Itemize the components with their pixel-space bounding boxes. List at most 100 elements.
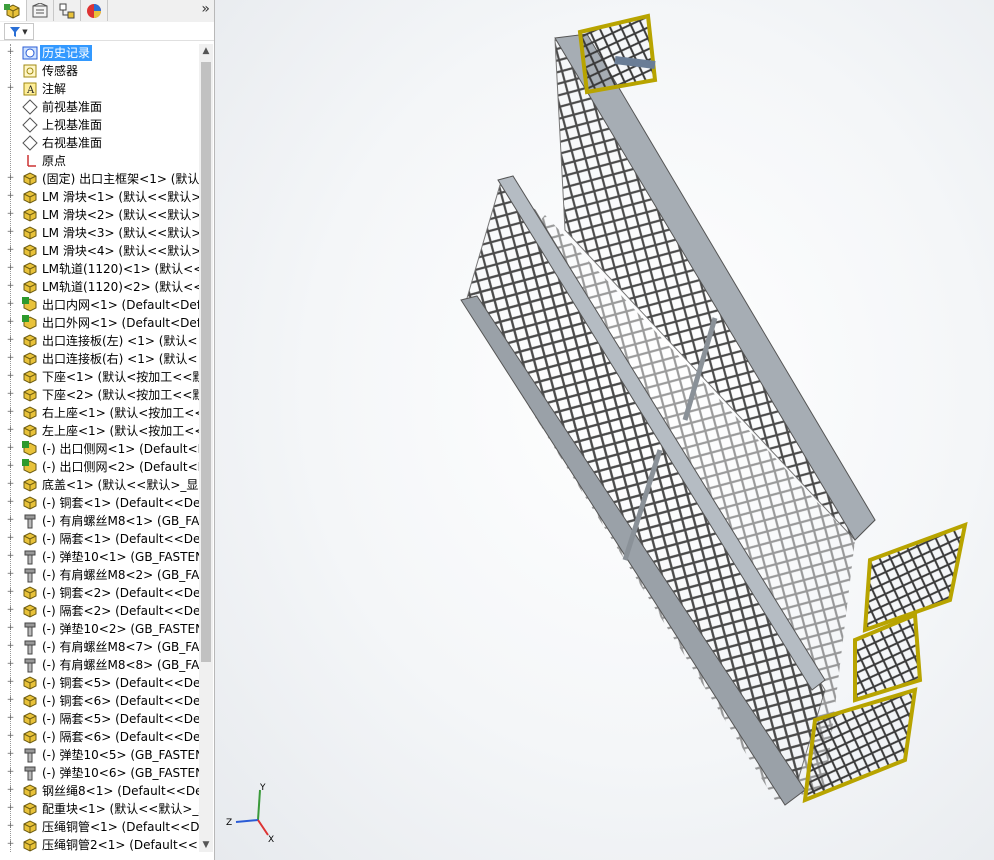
tree-item[interactable]: 传感器 xyxy=(0,62,199,80)
expand-icon[interactable]: + xyxy=(6,300,15,309)
expand-icon[interactable]: + xyxy=(6,786,15,795)
tree-item[interactable]: + 右上座<1> (默认<按加工<< xyxy=(0,404,199,422)
expand-icon[interactable]: + xyxy=(6,246,15,255)
tree-item[interactable]: + LM轨道(1120)<2> (默认<<默 xyxy=(0,278,199,296)
tree-item[interactable]: + (固定) 出口主框架<1> (默认 xyxy=(0,170,199,188)
tree-item[interactable]: + LM轨道(1120)<1> (默认<<默 xyxy=(0,260,199,278)
expand-icon[interactable]: + xyxy=(6,264,15,273)
tree-item[interactable]: + 出口内网<1> (Default<Defa xyxy=(0,296,199,314)
tree-item[interactable]: + LM 滑块<3> (默认<<默认>_ xyxy=(0,224,199,242)
expand-icon[interactable]: + xyxy=(6,714,15,723)
tree-item[interactable]: + (-) 铜套<5> (Default<<Defa xyxy=(0,674,199,692)
graphics-area[interactable]: Y Z X xyxy=(215,0,994,860)
tree-item[interactable]: + (-) 弹垫10<6> (GB_FASTEN xyxy=(0,764,199,782)
expand-icon[interactable]: + xyxy=(6,336,15,345)
tree-item[interactable]: + (-) 弹垫10<5> (GB_FASTEN xyxy=(0,746,199,764)
expand-icon[interactable]: + xyxy=(6,282,15,291)
expand-icon[interactable]: + xyxy=(6,822,15,831)
scroll-up-icon[interactable]: ▲ xyxy=(199,44,213,58)
expand-icon[interactable]: + xyxy=(6,210,15,219)
tree-item[interactable]: + 出口连接板(左) <1> (默认< xyxy=(0,332,199,350)
tree-item[interactable]: + (-) 隔套<5> (Default<<Defa xyxy=(0,710,199,728)
expand-icon[interactable]: + xyxy=(6,462,15,471)
tree-item[interactable]: + (-) 铜套<6> (Default<<Defa xyxy=(0,692,199,710)
tree-item[interactable]: + LM 滑块<1> (默认<<默认>_ xyxy=(0,188,199,206)
display-manager-tab[interactable] xyxy=(81,0,108,21)
tree-item[interactable]: + (-) 铜套<2> (Default<<Defa xyxy=(0,584,199,602)
assembly-model[interactable] xyxy=(215,0,994,860)
expand-icon[interactable]: + xyxy=(6,624,15,633)
tree-item[interactable]: 上视基准面 xyxy=(0,116,199,134)
tree-item[interactable]: + 出口连接板(右) <1> (默认< xyxy=(0,350,199,368)
more-tabs-button[interactable]: » xyxy=(201,1,210,17)
filter-button[interactable]: ▼ xyxy=(4,23,34,40)
expand-icon[interactable]: + xyxy=(6,732,15,741)
scroll-thumb[interactable] xyxy=(201,62,211,662)
tree-item[interactable]: + LM 滑块<4> (默认<<默认>_ xyxy=(0,242,199,260)
tree-item[interactable]: + 历史记录 xyxy=(0,44,199,62)
tree-item[interactable]: + 左上座<1> (默认<按加工<< xyxy=(0,422,199,440)
expand-icon[interactable]: + xyxy=(6,606,15,615)
tree-scrollbar[interactable]: ▲ ▼ xyxy=(199,44,213,852)
configuration-manager-tab[interactable] xyxy=(54,0,81,21)
expand-icon[interactable]: + xyxy=(6,552,15,561)
tree-item[interactable]: + (-) 有肩螺丝M8<2> (GB_FAS xyxy=(0,566,199,584)
triad-x-label: X xyxy=(268,835,274,845)
tree-item[interactable]: + 出口外网<1> (Default<Defa xyxy=(0,314,199,332)
tree-item[interactable]: + (-) 出口侧网<1> (Default<D xyxy=(0,440,199,458)
tree-item[interactable]: + (-) 有肩螺丝M8<1> (GB_FAS xyxy=(0,512,199,530)
tree-item[interactable]: + (-) 铜套<1> (Default<<Defa xyxy=(0,494,199,512)
property-manager-tab[interactable] xyxy=(27,0,54,21)
expand-icon[interactable]: + xyxy=(6,840,15,849)
tree-item[interactable]: + 压绳铜管2<1> (Default<<D xyxy=(0,836,199,852)
expand-icon[interactable]: + xyxy=(6,516,15,525)
tree-item[interactable]: + (-) 有肩螺丝M8<8> (GB_FAS xyxy=(0,656,199,674)
expand-icon[interactable]: + xyxy=(6,354,15,363)
expand-icon[interactable]: + xyxy=(6,192,15,201)
expand-icon[interactable]: + xyxy=(6,48,15,57)
tree-item[interactable]: 前视基准面 xyxy=(0,98,199,116)
component-icon xyxy=(22,423,38,439)
tree-item[interactable]: + (-) 有肩螺丝M8<7> (GB_FAS xyxy=(0,638,199,656)
tree-item[interactable]: 原点 xyxy=(0,152,199,170)
tree-item[interactable]: + 下座<1> (默认<按加工<<默 xyxy=(0,368,199,386)
tree-item[interactable]: + (-) 隔套<1> (Default<<Defa xyxy=(0,530,199,548)
tree-item[interactable]: + 配重块<1> (默认<<默认>_显 xyxy=(0,800,199,818)
expand-icon[interactable]: + xyxy=(6,570,15,579)
feature-manager-tab[interactable] xyxy=(0,0,27,21)
expand-icon[interactable]: + xyxy=(6,642,15,651)
expand-icon[interactable]: + xyxy=(6,588,15,597)
expand-icon[interactable]: + xyxy=(6,660,15,669)
tree-item[interactable]: + (-) 隔套<2> (Default<<Defa xyxy=(0,602,199,620)
tree-item[interactable]: + 下座<2> (默认<按加工<<默 xyxy=(0,386,199,404)
tree-item[interactable]: + 压绳铜管<1> (Default<<De xyxy=(0,818,199,836)
expand-icon[interactable]: + xyxy=(6,678,15,687)
expand-icon[interactable]: + xyxy=(6,498,15,507)
expand-icon[interactable]: + xyxy=(6,174,15,183)
tree-item[interactable]: + (-) 弹垫10<1> (GB_FASTEN xyxy=(0,548,199,566)
tree-item[interactable]: + (-) 弹垫10<2> (GB_FASTEN xyxy=(0,620,199,638)
tree-item[interactable]: + (-) 隔套<6> (Default<<Defa xyxy=(0,728,199,746)
expand-icon[interactable]: + xyxy=(6,480,15,489)
expand-icon[interactable]: + xyxy=(6,768,15,777)
expand-icon[interactable]: + xyxy=(6,804,15,813)
expand-icon[interactable]: + xyxy=(6,426,15,435)
tree-item[interactable]: + (-) 出口侧网<2> (Default<D xyxy=(0,458,199,476)
expand-icon[interactable]: + xyxy=(6,534,15,543)
tree-item[interactable]: 右视基准面 xyxy=(0,134,199,152)
expand-icon[interactable]: + xyxy=(6,696,15,705)
expand-icon[interactable]: + xyxy=(6,372,15,381)
expand-icon[interactable]: + xyxy=(6,444,15,453)
expand-icon[interactable]: + xyxy=(6,750,15,759)
expand-icon[interactable]: + xyxy=(6,318,15,327)
tree-item[interactable]: + A 注解 xyxy=(0,80,199,98)
scroll-down-icon[interactable]: ▼ xyxy=(199,838,213,852)
tree-item[interactable]: + 钢丝绳8<1> (Default<<Def xyxy=(0,782,199,800)
component-icon xyxy=(22,261,38,277)
expand-icon[interactable]: + xyxy=(6,228,15,237)
expand-icon[interactable]: + xyxy=(6,390,15,399)
tree-item[interactable]: + LM 滑块<2> (默认<<默认>_ xyxy=(0,206,199,224)
expand-icon[interactable]: + xyxy=(6,84,15,93)
expand-icon[interactable]: + xyxy=(6,408,15,417)
tree-item[interactable]: + 底盖<1> (默认<<默认>_显示 xyxy=(0,476,199,494)
